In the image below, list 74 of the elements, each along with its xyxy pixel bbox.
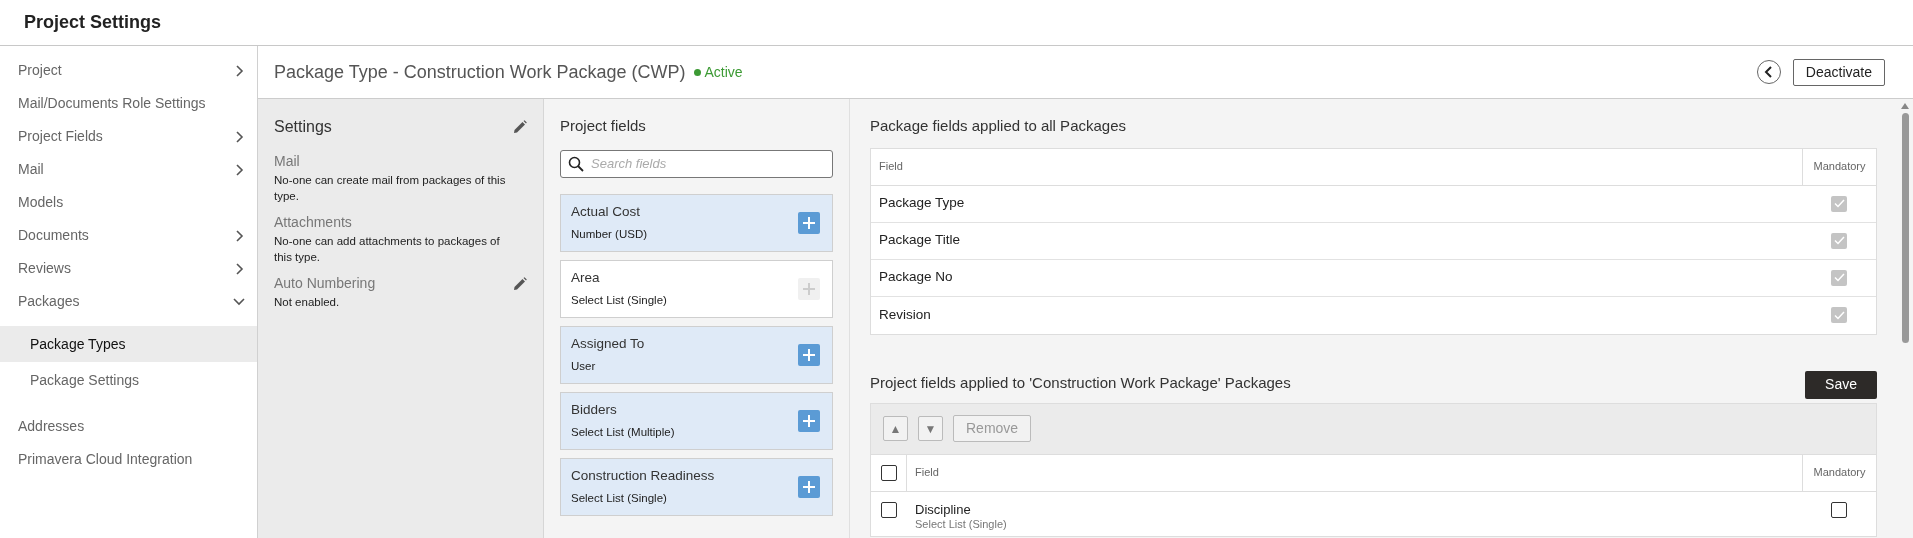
setting-label: Attachments	[274, 213, 352, 232]
add-button[interactable]	[798, 409, 820, 432]
search-field[interactable]: Search fields	[560, 149, 833, 178]
column-header: Mandatory	[1802, 148, 1876, 185]
field-name: Construction Readiness	[571, 467, 716, 486]
setting-label: Auto Numbering	[274, 274, 376, 293]
chevron-right-icon	[233, 130, 245, 143]
field-type: Select List (Single)	[571, 292, 668, 308]
field-name: Discipline	[915, 501, 972, 517]
setting-label: Mail	[274, 152, 300, 171]
plus-icon	[802, 281, 816, 296]
column-header: Field	[914, 465, 940, 481]
plus-icon	[802, 347, 816, 362]
add-button[interactable]	[798, 343, 820, 366]
select-all-checkbox[interactable]	[880, 464, 897, 481]
scrollbar[interactable]	[1897, 99, 1913, 538]
sidebar-item[interactable]: Mail/Documents Role Settings	[0, 87, 257, 120]
move-down-button[interactable]: ▼	[918, 416, 943, 441]
plus-icon	[802, 215, 816, 230]
chevron-right-icon	[233, 229, 245, 242]
field-name: Assigned To	[571, 335, 646, 354]
mandatory-checkbox[interactable]	[1831, 501, 1847, 518]
sidebar-item[interactable]: Reviews	[0, 252, 257, 285]
field-type: Select List (Single)	[915, 517, 1008, 531]
field-type: Number (USD)	[571, 226, 649, 242]
move-up-button[interactable]: ▲	[883, 416, 908, 441]
sidebar-item[interactable]: Primavera Cloud Integration	[0, 443, 257, 476]
sidebar-item[interactable]: Documents	[0, 219, 257, 252]
table-cell-text: Package Type	[878, 194, 966, 213]
field-type: User	[571, 358, 597, 374]
save-button[interactable]: Save	[1805, 370, 1877, 399]
field-type: Select List (Multiple)	[571, 424, 676, 440]
settings-title: Settings	[274, 117, 332, 137]
setting-description: No-one can create mail from packages of this type.	[274, 173, 507, 204]
row-checkbox[interactable]	[881, 501, 897, 518]
table-cell-text: Package No	[878, 268, 954, 287]
setting-description: Not enabled.	[274, 295, 341, 310]
field-name: Actual Cost	[571, 203, 642, 222]
field-name: Area	[571, 269, 601, 288]
sidebar-item[interactable]: Project Fields	[0, 120, 257, 153]
edit-icon[interactable]	[513, 120, 527, 134]
page-title: Package Type - Construction Work Package (CWP)	[274, 60, 686, 84]
table-cell-text: Package Title	[878, 231, 962, 250]
add-button[interactable]	[798, 475, 820, 498]
chevron-down-icon	[233, 295, 245, 308]
sidebar-item[interactable]: Models	[0, 186, 257, 219]
add-button[interactable]	[798, 211, 820, 234]
field-type: Select List (Single)	[571, 490, 668, 506]
section-title: Package fields applied to all Packages	[870, 116, 1127, 136]
section-title: Project fields applied to 'Construction Work Package' Packages	[870, 373, 1291, 393]
table-cell-text: Revision	[878, 305, 932, 324]
app-title: Project Settings	[24, 11, 162, 34]
deactivate-button[interactable]: Deactivate	[1792, 58, 1885, 86]
scrollbar-thumb[interactable]	[1901, 113, 1909, 343]
column-header: Mandatory	[1802, 454, 1876, 491]
chevron-right-icon	[233, 262, 245, 275]
chevron-left-icon	[1763, 66, 1774, 78]
sidebar-item[interactable]: Packages	[0, 285, 257, 318]
status-label: Active	[704, 62, 743, 82]
sidebar-item[interactable]: Mail	[0, 153, 257, 186]
edit-icon[interactable]	[513, 276, 527, 291]
scroll-up-arrow-icon[interactable]	[1901, 103, 1909, 109]
panel-title: Project fields	[560, 116, 647, 136]
setting-description: No-one can add attachments to packages of this type.	[274, 234, 501, 265]
sidebar-subitem[interactable]: Package Types	[0, 326, 257, 362]
column-header: Field	[878, 159, 904, 175]
field-name: Bidders	[571, 401, 618, 420]
chevron-right-icon	[233, 163, 245, 176]
plus-icon	[802, 413, 816, 428]
sidebar-item[interactable]: Addresses	[0, 410, 257, 443]
sidebar-subitem[interactable]: Package Settings	[0, 362, 257, 398]
plus-icon	[802, 479, 816, 494]
sidebar-item[interactable]: Project	[0, 54, 257, 87]
chevron-right-icon	[233, 64, 245, 77]
